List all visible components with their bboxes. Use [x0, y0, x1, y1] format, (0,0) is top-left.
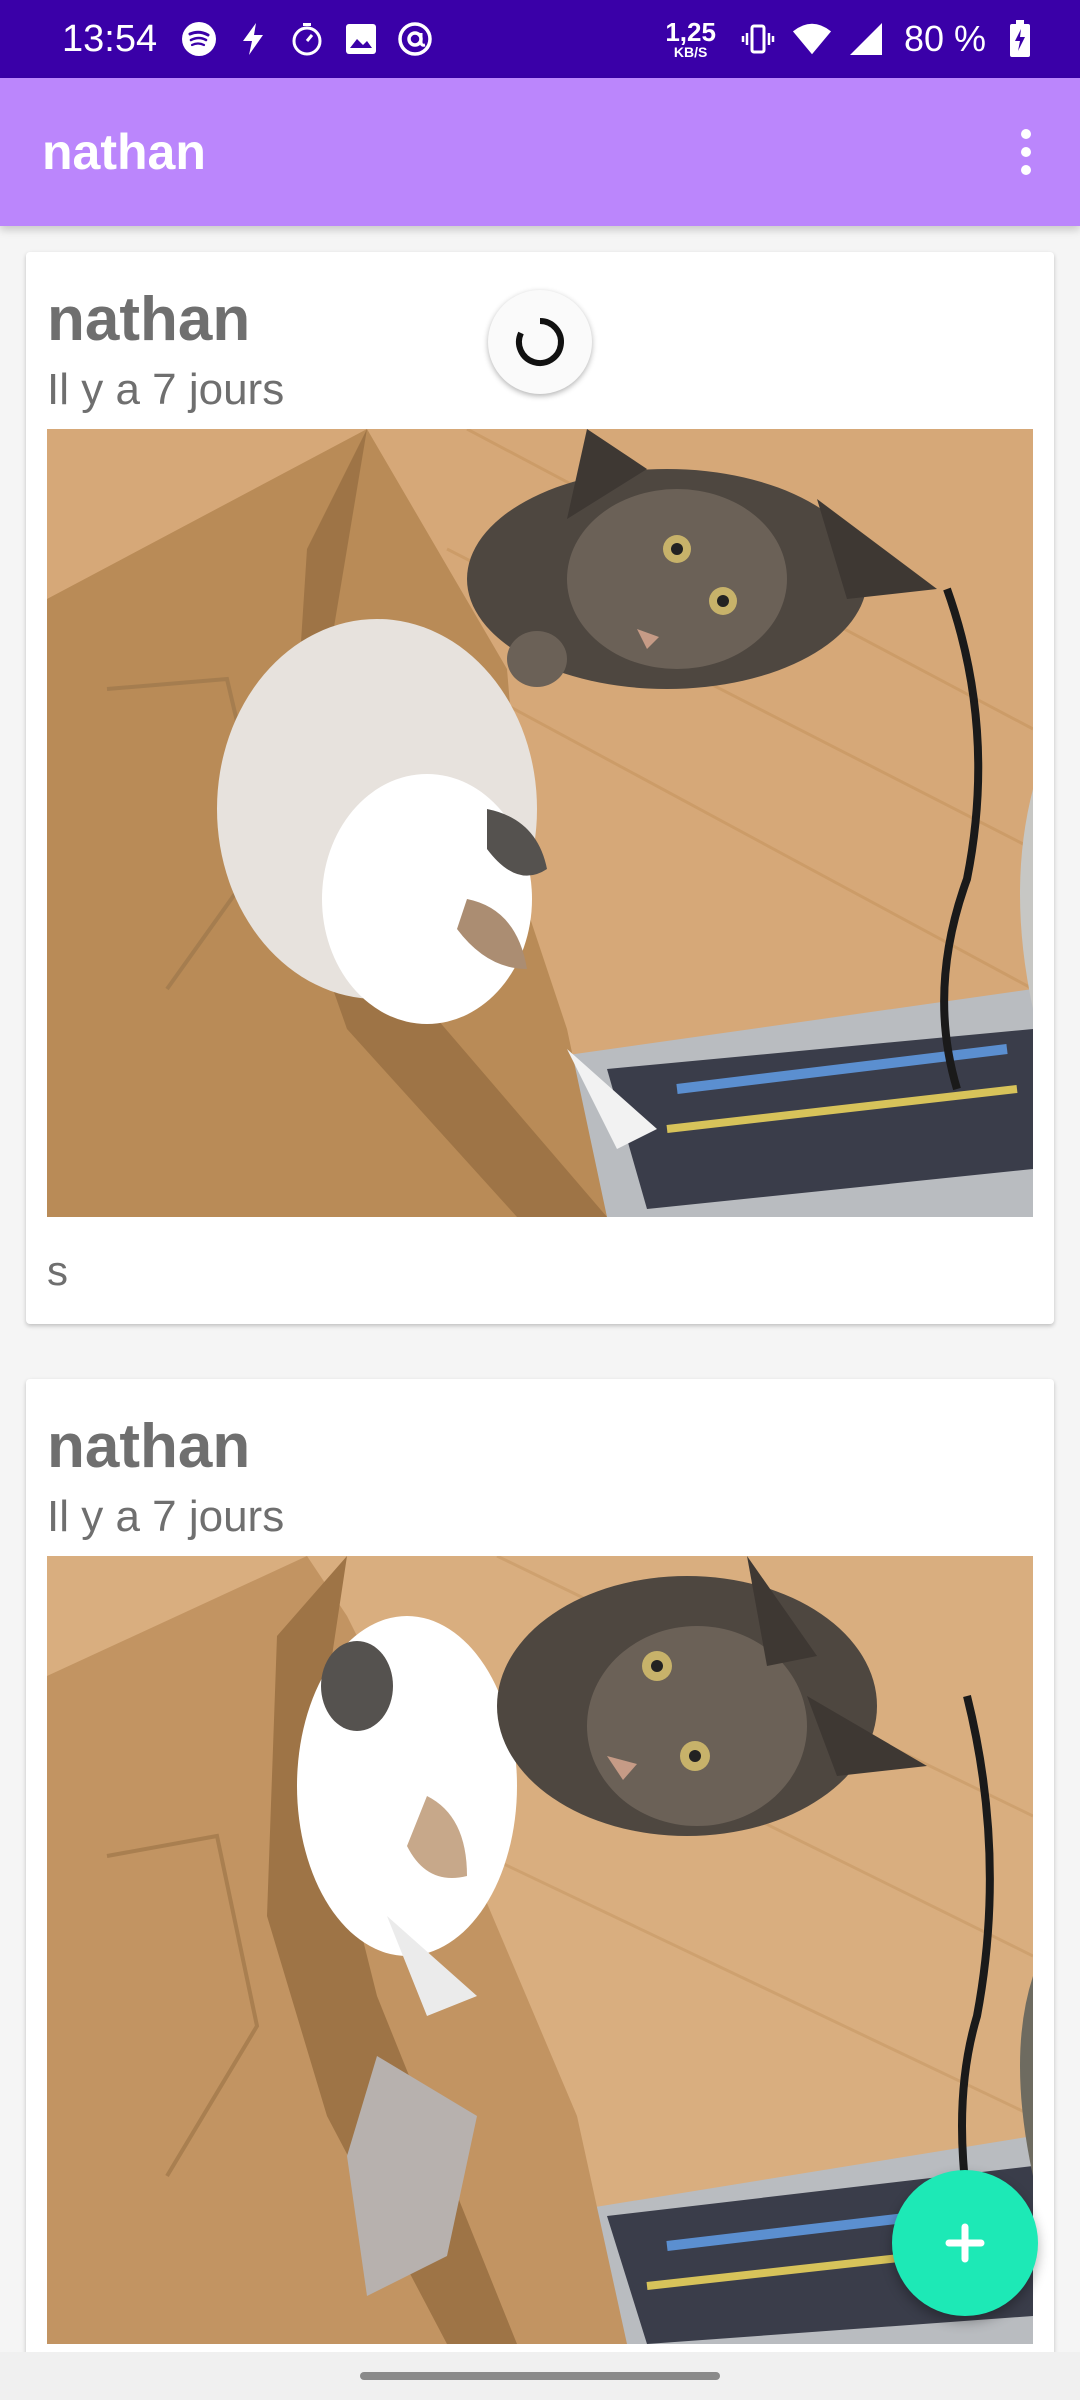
timer-icon	[287, 19, 327, 59]
more-vert-icon[interactable]	[996, 112, 1056, 192]
post-card[interactable]: nathan Il y a 7 jours	[26, 252, 1054, 1324]
at-icon	[395, 19, 435, 59]
battery-charging-icon	[1000, 19, 1040, 59]
signal-icon	[846, 19, 886, 59]
vibrate-icon	[738, 19, 778, 59]
app-title: nathan	[42, 124, 206, 180]
refresh-spinner-icon	[488, 290, 592, 394]
add-post-button[interactable]	[892, 2170, 1038, 2316]
post-image[interactable]	[47, 1555, 1033, 2344]
post-image[interactable]	[47, 428, 1033, 1217]
flash-icon	[233, 19, 273, 59]
network-speed-value: 1,25	[665, 17, 716, 47]
add-icon	[945, 2223, 985, 2263]
gesture-nav-bar	[0, 2352, 1080, 2400]
status-right: 1,25 KB/S 80 %	[665, 18, 1040, 60]
status-bar: 13:54 1,25 KB/S 80 %	[0, 0, 1080, 78]
battery-percent: 80 %	[903, 18, 986, 59]
post-caption: s	[47, 1246, 68, 1294]
post-feed[interactable]: nathan Il y a 7 jours s nathan Il y a 7 …	[0, 226, 1080, 2400]
app-bar: nathan	[0, 78, 1080, 226]
wifi-icon	[792, 19, 832, 59]
network-speed: 1,25 KB/S	[665, 19, 716, 59]
post-time: Il y a 7 jours	[47, 1492, 285, 1542]
status-time: 13:54	[62, 17, 158, 60]
gesture-handle[interactable]	[360, 2372, 720, 2380]
network-speed-unit: KB/S	[673, 44, 708, 60]
spotify-icon	[179, 19, 219, 59]
status-left: 13:54	[62, 18, 449, 61]
image-icon	[341, 19, 381, 59]
post-author: nathan	[47, 1412, 251, 1481]
